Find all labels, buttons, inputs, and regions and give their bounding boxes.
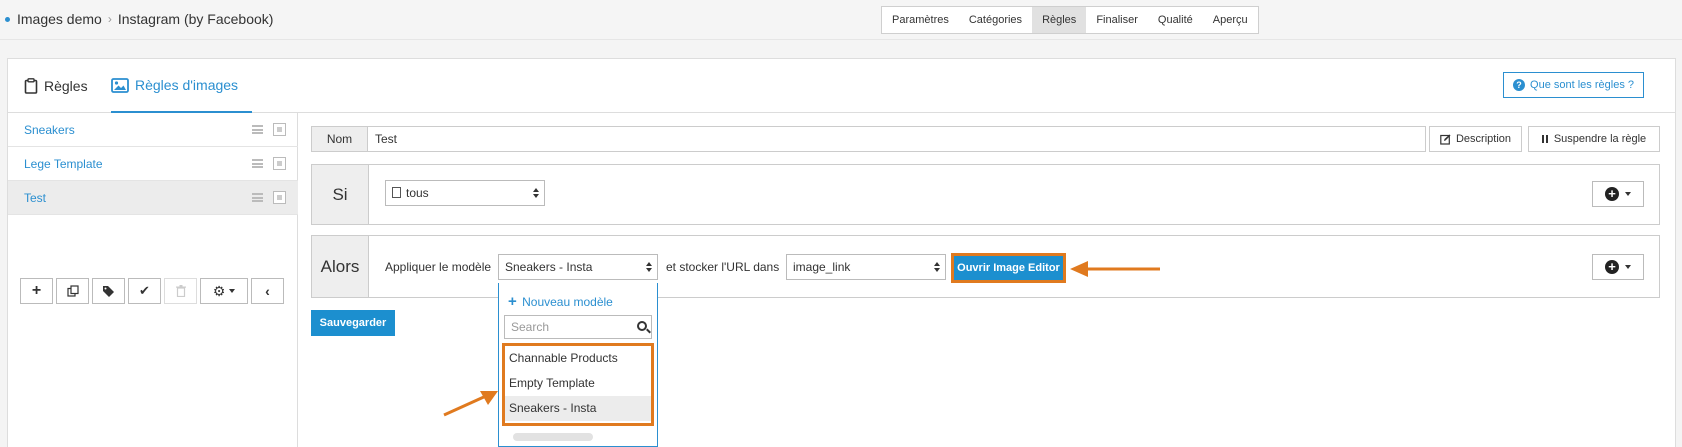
template-dropdown-menu: + Nouveau modèle Search Channable Produc… <box>498 283 658 447</box>
file-icon <box>392 187 401 198</box>
template-option-selected[interactable]: Sneakers - Insta <box>505 396 651 421</box>
step-finaliser[interactable]: Finaliser <box>1086 7 1148 33</box>
pause-icon <box>1541 135 1548 143</box>
tab-rules-label: Règles <box>44 78 88 94</box>
template-option[interactable]: Empty Template <box>505 371 651 396</box>
new-template-label: Nouveau modèle <box>522 295 613 309</box>
template-options-list: Channable Products Empty Template Sneake… <box>502 343 654 426</box>
url-field-select-value: image_link <box>793 260 851 274</box>
add-action-button[interactable]: + <box>1592 254 1644 280</box>
question-icon: ? <box>1513 79 1526 91</box>
description-button[interactable]: Description <box>1429 126 1522 152</box>
tab-rules[interactable]: Règles <box>24 59 88 113</box>
template-select-value: Sneakers - Insta <box>505 260 593 274</box>
edit-icon <box>1440 134 1451 145</box>
rule-list-toolbar: + ✔ ⚙ ‹ <box>20 278 284 304</box>
open-image-editor-label: Ouvrir Image Editor <box>954 256 1063 280</box>
url-field-select[interactable]: image_link <box>786 254 946 280</box>
plus-icon: + <box>31 282 42 299</box>
plus-icon: + <box>508 293 517 310</box>
condition-select[interactable]: tous <box>385 180 545 206</box>
chevron-right-icon: › <box>107 12 112 26</box>
trash-icon <box>175 285 186 297</box>
save-button[interactable]: Sauvegarder <box>311 310 395 336</box>
open-image-editor-button[interactable]: Ouvrir Image Editor <box>951 253 1066 283</box>
breadcrumb-channel[interactable]: Instagram (by Facebook) <box>118 11 274 27</box>
rules-help-label: Que sont les règles ? <box>1530 79 1634 91</box>
step-categories[interactable]: Catégories <box>959 7 1032 33</box>
rules-help-button[interactable]: ? Que sont les règles ? <box>1503 72 1644 98</box>
rule-item-label: Lege Template <box>24 157 103 171</box>
tags-icon <box>102 286 114 297</box>
rule-name-label: Nom <box>311 126 368 152</box>
rule-item-test[interactable]: Test <box>8 181 298 215</box>
suspend-rule-button[interactable]: Suspendre la règle <box>1528 126 1660 152</box>
add-condition-button[interactable]: + <box>1592 181 1644 207</box>
wizard-steps: Paramètres Catégories Règles Finaliser Q… <box>881 6 1259 34</box>
annotation-arrow-editor <box>1070 261 1160 277</box>
copy-rule-button[interactable] <box>56 278 89 304</box>
rule-item-sneakers[interactable]: Sneakers <box>8 113 298 147</box>
add-rule-button[interactable]: + <box>20 278 53 304</box>
search-icon <box>637 321 647 331</box>
plus-circle-icon: + <box>1605 187 1619 201</box>
rule-name-input[interactable]: Test <box>368 126 1426 152</box>
condition-label: Si <box>312 165 369 224</box>
rule-item-label: Test <box>24 191 47 205</box>
gear-icon: ⚙ <box>212 282 226 299</box>
tag-rule-button[interactable] <box>92 278 125 304</box>
template-search-input[interactable]: Search <box>504 315 652 339</box>
suspend-label: Suspendre la règle <box>1553 133 1647 145</box>
description-label: Description <box>1455 133 1512 145</box>
delete-rule-button[interactable] <box>164 278 197 304</box>
sort-arrows-icon <box>934 262 940 272</box>
action-label: Alors <box>312 236 369 297</box>
tab-image-rules[interactable]: Règles d'images <box>111 59 253 113</box>
step-qualite[interactable]: Qualité <box>1148 7 1203 33</box>
store-url-text: et stocker l'URL dans <box>666 260 780 274</box>
check-icon: ✔ <box>139 283 150 298</box>
new-template-link[interactable]: + Nouveau modèle <box>508 293 613 310</box>
chevron-left-icon: ‹ <box>265 283 270 299</box>
collapse-sidebar-button[interactable]: ‹ <box>251 278 284 304</box>
rule-list-sidebar: Sneakers Lege Template Test + ✔ ⚙ ‹ <box>8 113 298 447</box>
rule-item-lege-template[interactable]: Lege Template <box>8 147 298 181</box>
blurred-option <box>513 433 593 441</box>
rule-item-label: Sneakers <box>24 123 75 137</box>
step-apercu[interactable]: Aperçu <box>1203 7 1258 33</box>
top-bar: Images demo › Instagram (by Facebook) Pa… <box>0 0 1682 40</box>
drag-handle-icon[interactable] <box>252 125 263 134</box>
plus-circle-icon: + <box>1605 260 1619 274</box>
step-parametres[interactable]: Paramètres <box>882 7 959 33</box>
copy-icon <box>66 285 79 297</box>
caret-down-icon <box>229 289 236 293</box>
sort-arrows-icon <box>533 188 539 198</box>
template-option[interactable]: Channable Products <box>505 346 651 371</box>
apply-template-text: Appliquer le modèle <box>385 260 492 274</box>
breadcrumb: Images demo › Instagram (by Facebook) <box>5 11 273 27</box>
condition-select-value: tous <box>406 186 429 200</box>
image-icon <box>111 77 129 93</box>
sort-arrows-icon <box>646 262 652 272</box>
drag-handle-icon[interactable] <box>252 193 263 202</box>
annotation-arrow-options <box>443 391 498 417</box>
condition-block: Si tous + <box>311 164 1660 225</box>
rule-checkbox[interactable] <box>273 123 286 136</box>
breadcrumb-project[interactable]: Images demo <box>17 11 102 27</box>
rules-tabs: Règles Règles d'images ? Que sont les rè… <box>8 59 1675 113</box>
caret-down-icon <box>1625 265 1631 269</box>
settings-dropdown-button[interactable]: ⚙ <box>200 278 248 304</box>
rule-checkbox[interactable] <box>273 157 286 170</box>
rule-checkbox[interactable] <box>273 191 286 204</box>
search-placeholder: Search <box>511 320 550 334</box>
caret-down-icon <box>1625 192 1631 196</box>
template-select[interactable]: Sneakers - Insta <box>498 254 658 280</box>
tab-image-rules-label: Règles d'images <box>135 77 239 93</box>
clipboard-icon <box>24 78 38 94</box>
check-rule-button[interactable]: ✔ <box>128 278 161 304</box>
drag-handle-icon[interactable] <box>252 159 263 168</box>
status-dot-icon <box>5 16 10 22</box>
step-regles[interactable]: Règles <box>1032 7 1087 33</box>
